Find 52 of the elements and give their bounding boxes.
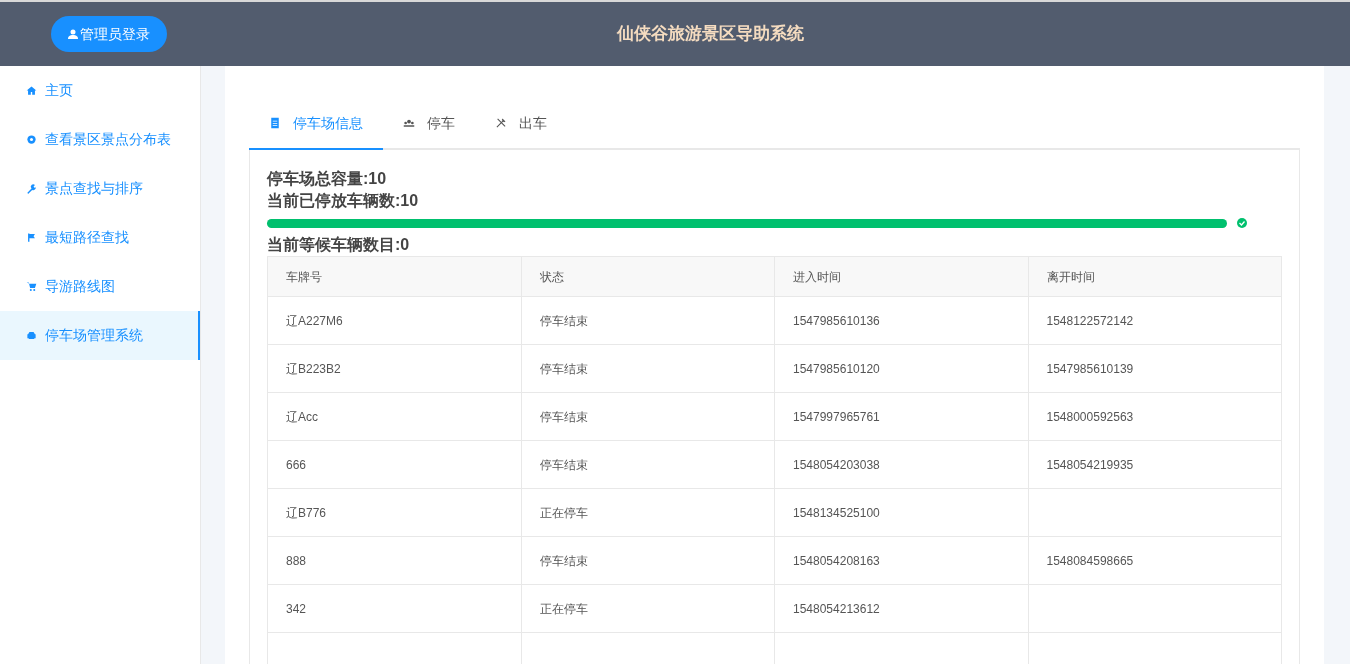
- table-cell: 1548134525100: [774, 488, 1028, 537]
- parked-count-text: 当前已停放车辆数:10: [267, 191, 420, 211]
- table-cell: 1548054203038: [774, 440, 1028, 489]
- capacity-text: 停车场总容量:10: [267, 169, 388, 189]
- tools-icon: [495, 117, 507, 129]
- table-cell: 1547985610120: [774, 344, 1028, 393]
- admin-login-button[interactable]: 管理员登录: [51, 16, 167, 52]
- table-cell: 1548000592563: [1028, 392, 1282, 441]
- table-cell: 1548054213612: [774, 584, 1028, 633]
- table-cell: 正在停车: [521, 488, 775, 537]
- table-cell: 停车结束: [521, 344, 775, 393]
- column-header: 状态: [521, 256, 775, 297]
- tab[interactable]: 停车: [383, 98, 475, 150]
- table-cell: 1548054208163: [774, 536, 1028, 585]
- tab[interactable]: 停车场信息: [249, 98, 383, 150]
- flag-icon: [26, 232, 37, 243]
- sidebar-item[interactable]: 最短路径查找: [0, 213, 200, 262]
- column-header: 离开时间: [1028, 256, 1282, 297]
- table-cell: 停车结束: [521, 440, 775, 489]
- table-cell: 辽A227M6: [267, 296, 521, 345]
- tab[interactable]: 出车: [475, 98, 567, 150]
- table-cell: 辽B776: [267, 488, 521, 537]
- sidebar-item[interactable]: 主页: [0, 66, 200, 115]
- sidebar-item[interactable]: 停车场管理系统: [0, 311, 200, 360]
- settings-icon: [26, 134, 37, 145]
- column-header: 车牌号: [267, 256, 521, 297]
- table-cell: 1547985610139: [1028, 344, 1282, 393]
- document-icon: [269, 117, 281, 129]
- waiting-count-text: 当前等候车辆数目:0: [267, 235, 411, 255]
- home-icon: [26, 85, 37, 96]
- cart-icon: [26, 281, 37, 292]
- table-cell: 辽Acc: [267, 392, 521, 441]
- table-cell: 888: [267, 536, 521, 585]
- app-title: 仙侠谷旅游景区导助系统: [617, 23, 804, 46]
- table-cell: 停车结束: [521, 392, 775, 441]
- table-cell: 1547985610136: [774, 296, 1028, 345]
- table-cell: 1548054219935: [1028, 440, 1282, 489]
- sidebar-item[interactable]: 导游路线图: [0, 262, 200, 311]
- table-cell: 停车结束: [521, 536, 775, 585]
- table-cell: 1548122572142: [1028, 296, 1282, 345]
- table-cell: 342: [267, 584, 521, 633]
- table-cell: 停车结束: [521, 296, 775, 345]
- table-cell: 666: [267, 440, 521, 489]
- sidebar-item[interactable]: 景点查找与排序: [0, 164, 200, 213]
- user-icon: [68, 29, 78, 39]
- table-cell: 1547997965761: [774, 392, 1028, 441]
- wrench-icon: [26, 183, 37, 194]
- table-cell: 正在停车: [521, 584, 775, 633]
- table-cell: 辽B223B2: [267, 344, 521, 393]
- column-header: 进入时间: [774, 256, 1028, 297]
- sidebar-item[interactable]: 查看景区景点分布表: [0, 115, 200, 164]
- table-cell: 1548084598665: [1028, 536, 1282, 585]
